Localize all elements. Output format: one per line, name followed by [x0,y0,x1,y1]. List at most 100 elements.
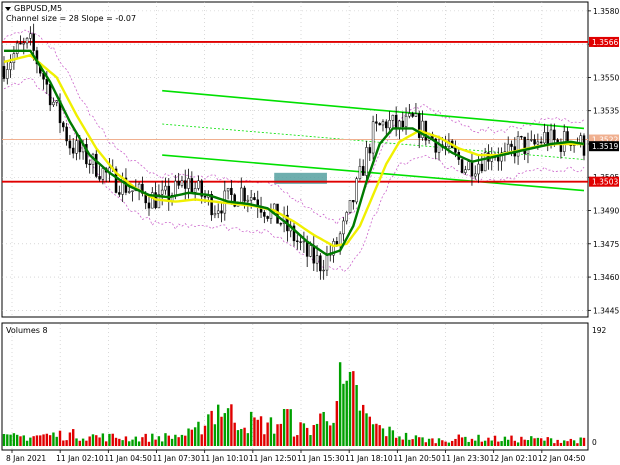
candle-body [510,143,513,147]
volume-bar [427,438,431,446]
volume-bar [450,440,454,446]
volume-bar [520,436,523,446]
volume-bar [582,437,586,446]
x-tick-label: 12 Jan 02:10 [490,454,538,463]
candle-body [352,199,355,203]
candle-body [127,191,131,193]
volume-bar [39,435,42,446]
volume-bar [213,424,217,446]
candle-body [536,141,540,145]
volume-panel-frame [1,322,589,451]
dropdown-triangle-icon[interactable] [5,7,11,11]
volume-bar [141,437,144,446]
volume-bar [414,435,418,446]
volume-bar [177,437,180,446]
volume-bar [118,438,121,446]
candle-body [246,199,250,202]
volume-bar [539,438,543,446]
volume-bar [124,436,128,446]
candle-body [101,168,105,180]
volume-bar [157,436,161,446]
volume-bar [134,436,138,446]
volume-bar [240,428,243,446]
candle-body [220,210,223,214]
volume-bar [203,425,207,446]
volume-bar [111,433,114,446]
candle-body [164,185,167,191]
volume-bar [160,441,164,446]
volume-bar [365,413,368,446]
volume-bar [45,433,49,446]
x-tick-label: 12 Jan 04:50 [538,454,586,463]
candle-body [190,178,194,193]
volume-bar [193,427,197,446]
candle-body [355,178,358,203]
volume-bar [131,439,134,446]
volume-bar [418,437,421,446]
volume-bar [72,429,75,446]
candle-body [391,114,395,121]
candle-body [52,101,55,106]
volume-bar [388,426,391,446]
candle-body [230,187,233,195]
volume-bar [114,437,118,446]
candle-body [2,66,6,79]
candle-body [365,147,368,176]
volume-bar [352,371,355,446]
volume-bar [58,430,62,446]
volume-bar [249,411,253,446]
volume-bar [454,438,457,446]
candle-body [309,245,312,257]
candle-body [253,197,256,200]
volume-panel-label: Volumes 8 [6,326,48,335]
candle-body [454,147,457,153]
volume-bar [411,439,414,446]
volume-bar [503,436,507,446]
candle-body [160,189,164,195]
gbpusd-m5-chart: 1.34451.34601.34751.34901.35051.35201.35… [1,1,619,463]
candle-body [193,188,197,193]
candle-body [375,121,378,124]
volume-bar [335,401,339,446]
volume-bar [282,409,286,446]
candle-body [216,210,220,214]
volume-bar [460,437,464,446]
candle-body [180,180,184,186]
volume-bar [441,440,444,446]
volume-bar [510,435,513,446]
volume-bar [121,440,124,446]
volume-bar [464,436,467,446]
candle-body [404,115,408,128]
candle-body [118,192,121,195]
x-tick-label: 11 Jan 07:30 [153,454,201,463]
candle-body [263,212,266,217]
candle-body [29,33,32,39]
candle-body [414,113,418,117]
volume-bar [543,440,546,446]
volume-bar [375,423,378,446]
volume-bar [483,440,487,446]
volume-bar [266,422,269,446]
candle-body [184,180,187,189]
x-tick-label: 11 Jan 15:30 [297,454,345,463]
volume-bar [226,408,230,446]
volume-bar [490,440,493,446]
candle-body [474,173,477,177]
volume-bar [401,439,404,446]
candle-body [187,178,190,189]
candle-body [296,240,299,242]
volume-bar [579,437,582,446]
volume-max-label: 192 [592,326,607,335]
volume-bar [424,442,428,446]
candle-body [65,126,68,142]
candle-body [358,166,362,179]
volume-bar [500,441,503,446]
volume-bar [108,433,111,446]
candle-body [497,157,500,162]
level-price-tag: 1.3503 [592,178,618,187]
volume-bar [75,438,78,446]
volume-zero-label: 0 [592,438,597,447]
candle-body [177,180,180,186]
candle-body [530,139,533,141]
volume-bar [302,423,306,446]
